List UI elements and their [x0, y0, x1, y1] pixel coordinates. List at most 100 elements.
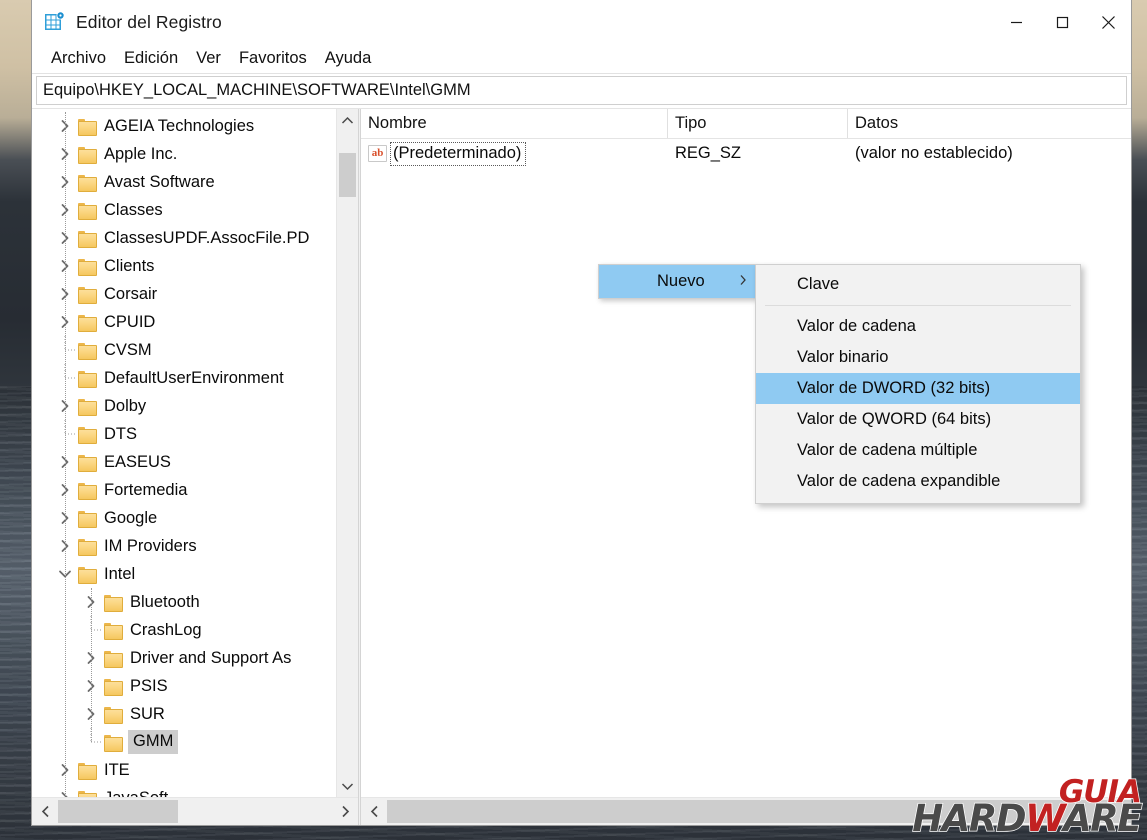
- context-menu-item-nuevo[interactable]: Nuevo: [599, 265, 755, 298]
- menu-favoritos[interactable]: Favoritos: [230, 47, 316, 70]
- tree-item-javasoft[interactable]: JavaSoft: [32, 784, 336, 797]
- tree-scroll-thumb[interactable]: [339, 153, 356, 197]
- submenu-item-0[interactable]: Clave: [756, 269, 1080, 300]
- tree-item-label: Apple Inc.: [104, 144, 178, 163]
- folder-icon: [78, 510, 97, 528]
- list-hscroll-track[interactable]: [387, 798, 1131, 825]
- tree-item-bluetooth[interactable]: Bluetooth: [32, 588, 336, 616]
- window-title: Editor del Registro: [76, 11, 222, 32]
- tree-item-intel[interactable]: Intel: [32, 560, 336, 588]
- folder-icon: [78, 762, 97, 780]
- folder-icon: [104, 650, 123, 668]
- tree-item-label: CPUID: [104, 312, 156, 331]
- menu-ayuda[interactable]: Ayuda: [316, 47, 381, 70]
- menu-bar: Archivo Edición Ver Favoritos Ayuda: [32, 44, 1131, 74]
- chevron-left-icon[interactable]: [32, 798, 58, 825]
- tree-item-ite[interactable]: ITE: [32, 756, 336, 784]
- tree-item-classes[interactable]: Classes: [32, 196, 336, 224]
- tree-item-label: Dolby: [104, 396, 147, 415]
- maximize-button[interactable]: [1039, 0, 1085, 44]
- menu-ver[interactable]: Ver: [187, 47, 230, 70]
- table-row[interactable]: ab (Predeterminado) REG_SZ (valor no est…: [361, 139, 1131, 168]
- submenu-item-5[interactable]: Valor de cadena múltiple: [756, 435, 1080, 466]
- folder-icon: [78, 398, 97, 416]
- minimize-button[interactable]: [993, 0, 1039, 44]
- submenu-item-label: Valor de QWORD (64 bits): [797, 410, 992, 428]
- tree-item-ageia-technologies[interactable]: AGEIA Technologies: [32, 112, 336, 140]
- context-submenu-nuevo[interactable]: Clave Valor de cadena Valor binario Valor d…: [755, 264, 1081, 504]
- chevron-up-icon[interactable]: [337, 109, 358, 131]
- tree-item-crashlog[interactable]: CrashLog: [32, 616, 336, 644]
- tree-item-clients[interactable]: Clients: [32, 252, 336, 280]
- tree-item-cpuid[interactable]: CPUID: [32, 308, 336, 336]
- column-header-nombre[interactable]: Nombre: [361, 109, 668, 138]
- menu-edicion[interactable]: Edición: [115, 47, 187, 70]
- tree-item-label: PSIS: [130, 676, 168, 695]
- tree-item-fortemedia[interactable]: Fortemedia: [32, 476, 336, 504]
- submenu-item-2[interactable]: Valor binario: [756, 342, 1080, 373]
- chevron-down-icon[interactable]: [337, 775, 358, 797]
- tree-item-driver-and-support-as[interactable]: Driver and Support As: [32, 644, 336, 672]
- tree-item-avast-software[interactable]: Avast Software: [32, 168, 336, 196]
- submenu-item-label: Valor de cadena: [797, 317, 916, 335]
- tree-item-im-providers[interactable]: IM Providers: [32, 532, 336, 560]
- close-button[interactable]: [1085, 0, 1131, 44]
- folder-icon: [104, 622, 123, 640]
- folder-icon: [78, 566, 97, 584]
- submenu-item-6[interactable]: Valor de cadena expandible: [756, 466, 1080, 497]
- folder-icon: [104, 706, 123, 724]
- tree-item-google[interactable]: Google: [32, 504, 336, 532]
- submenu-item-3[interactable]: Valor de DWORD (32 bits): [756, 373, 1080, 404]
- tree-item-label: IM Providers: [104, 536, 197, 555]
- column-header-datos[interactable]: Datos: [848, 109, 1131, 138]
- folder-icon: [78, 146, 97, 164]
- list-hscroll-thumb[interactable]: [387, 800, 1131, 823]
- folder-icon: [78, 174, 97, 192]
- tree-item-defaultuserenvironment[interactable]: DefaultUserEnvironment: [32, 364, 336, 392]
- registry-tree-pane: AGEIA Technologies Apple Inc. Avast Softwa…: [32, 109, 358, 825]
- tree-item-label: DefaultUserEnvironment: [104, 368, 284, 387]
- folder-icon: [78, 118, 97, 136]
- tree-item-gmm[interactable]: GMM: [32, 728, 336, 756]
- tree-horizontal-scrollbar[interactable]: [32, 797, 358, 825]
- tree-scroll-track[interactable]: [337, 131, 358, 775]
- tree-item-label: ClassesUPDF.AssocFile.PD: [104, 228, 310, 247]
- context-menu-nuevo-label: Nuevo: [657, 272, 705, 290]
- column-header-tipo[interactable]: Tipo: [668, 109, 848, 138]
- chevron-right-icon: [739, 272, 747, 291]
- submenu-item-4[interactable]: Valor de QWORD (64 bits): [756, 404, 1080, 435]
- tree-item-classesupdf-assocfile-pd[interactable]: ClassesUPDF.AssocFile.PD: [32, 224, 336, 252]
- tree-item-sur[interactable]: SUR: [32, 700, 336, 728]
- tree-hscroll-thumb[interactable]: [58, 800, 178, 823]
- tree-hscroll-track[interactable]: [58, 798, 332, 825]
- tree-item-dolby[interactable]: Dolby: [32, 392, 336, 420]
- submenu-item-label: Valor de DWORD (32 bits): [797, 379, 991, 397]
- tree-item-label: Bluetooth: [130, 592, 200, 611]
- tree-item-label: Driver and Support As: [130, 648, 292, 667]
- folder-icon: [78, 538, 97, 556]
- submenu-item-1[interactable]: Valor de cadena: [756, 311, 1080, 342]
- list-horizontal-scrollbar[interactable]: [361, 797, 1131, 825]
- tree-item-dts[interactable]: DTS: [32, 420, 336, 448]
- submenu-item-label: Valor de cadena múltiple: [797, 441, 978, 459]
- address-bar[interactable]: Equipo\HKEY_LOCAL_MACHINE\SOFTWARE\Intel…: [36, 76, 1127, 105]
- menu-archivo[interactable]: Archivo: [42, 47, 115, 70]
- folder-icon: [78, 342, 97, 360]
- folder-icon: [78, 482, 97, 500]
- tree-item-apple-inc[interactable]: Apple Inc.: [32, 140, 336, 168]
- registry-tree[interactable]: AGEIA Technologies Apple Inc. Avast Softwa…: [32, 109, 336, 797]
- tree-item-label: Avast Software: [104, 172, 215, 191]
- tree-item-cvsm[interactable]: CVSM: [32, 336, 336, 364]
- tree-item-psis[interactable]: PSIS: [32, 672, 336, 700]
- folder-icon: [78, 230, 97, 248]
- submenu-separator: [765, 305, 1071, 306]
- tree-vertical-scrollbar[interactable]: [336, 109, 358, 797]
- chevron-right-icon[interactable]: [332, 798, 358, 825]
- cell-datos: (valor no establecido): [855, 144, 1013, 162]
- tree-item-label: EASEUS: [104, 452, 171, 471]
- chevron-left-icon[interactable]: [361, 798, 387, 825]
- window-controls: [993, 0, 1131, 44]
- tree-item-corsair[interactable]: Corsair: [32, 280, 336, 308]
- tree-item-easeus[interactable]: EASEUS: [32, 448, 336, 476]
- folder-icon: [78, 202, 97, 220]
